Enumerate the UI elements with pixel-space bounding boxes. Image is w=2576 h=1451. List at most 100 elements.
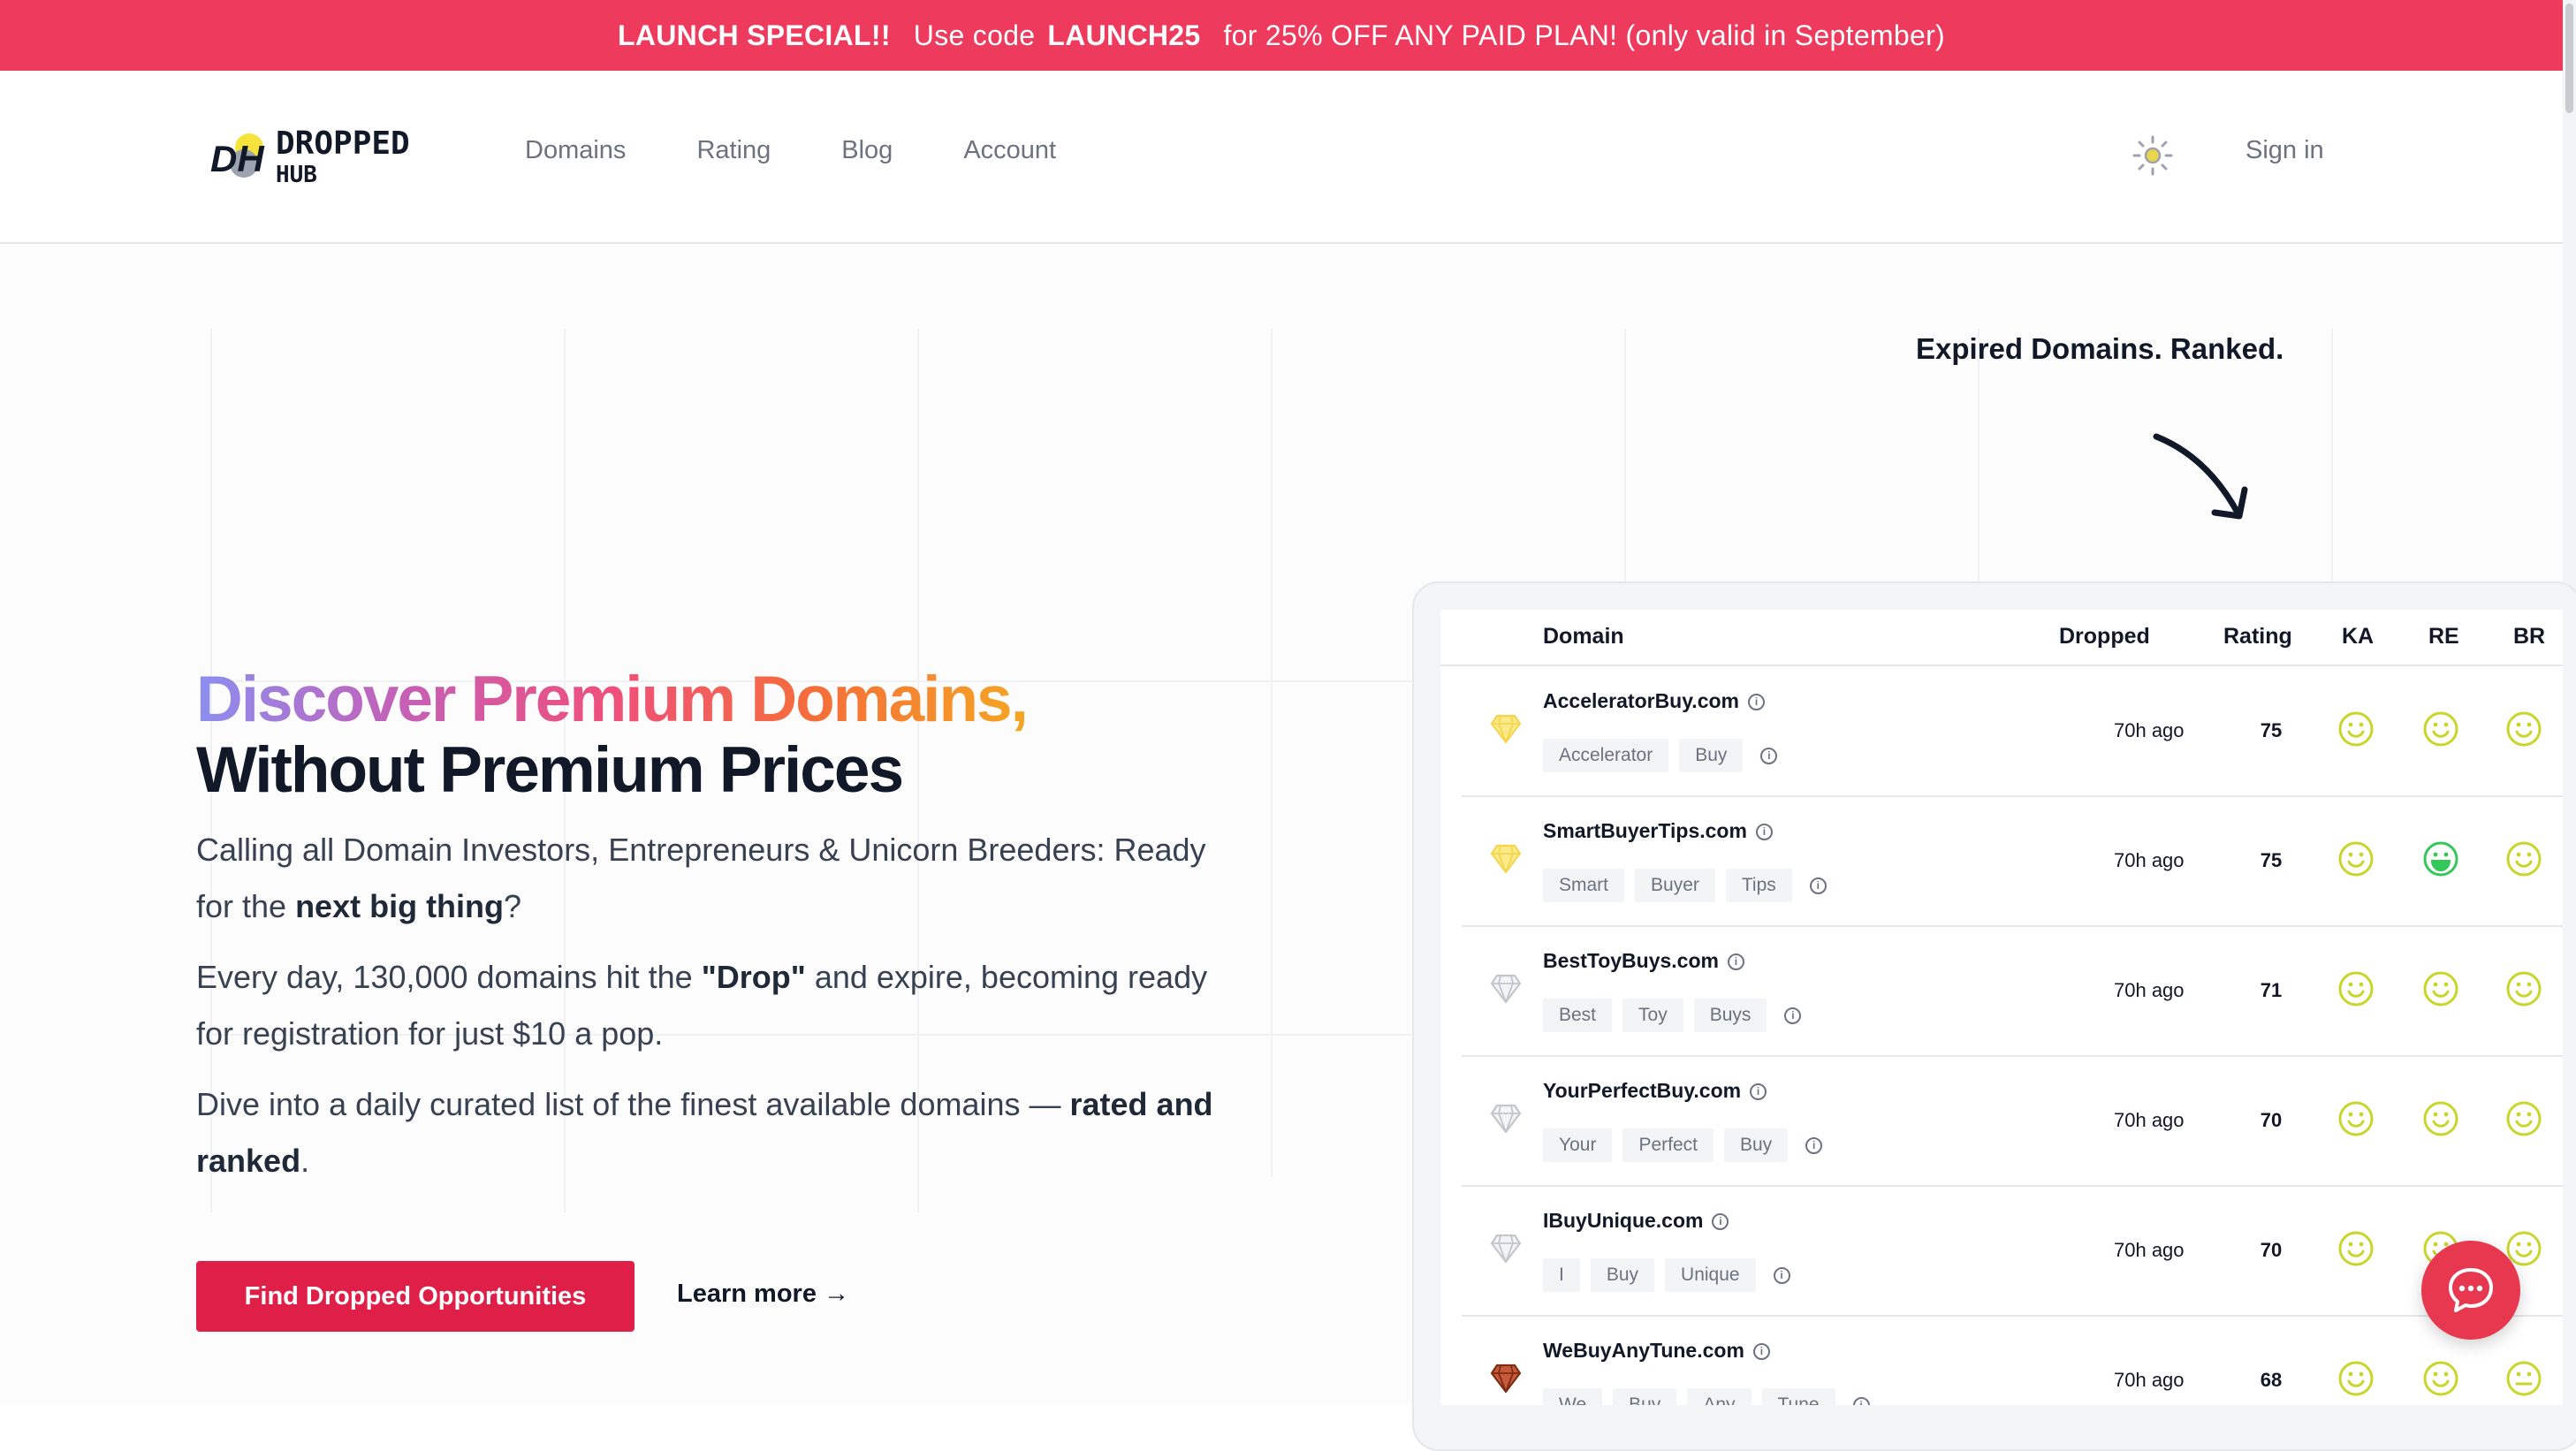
dropped-time: 70h ago — [2114, 849, 2185, 871]
keyword-tag: I — [1543, 1258, 1580, 1292]
curved-arrow-icon — [2153, 433, 2248, 520]
diamond-icon — [1490, 714, 1522, 744]
info-icon[interactable]: i — [1727, 953, 1744, 971]
info-icon[interactable]: i — [1784, 1007, 1802, 1024]
grid-line — [1271, 329, 1273, 1177]
nav-domains[interactable]: Domains — [525, 136, 626, 165]
logo-link[interactable]: DH DROPPED HUB — [209, 124, 456, 194]
info-icon[interactable]: i — [1809, 877, 1827, 894]
info-icon[interactable]: i — [1760, 747, 1778, 764]
keyword-tags: Best Toy Buys i — [1543, 999, 1802, 1032]
banner-use-code: Use code — [913, 19, 1036, 51]
nav-account[interactable]: Account — [963, 136, 1056, 165]
logo-word-dropped: DROPPED — [276, 125, 410, 162]
navbar: DH DROPPED HUB Domains Rating Blog Accou… — [0, 71, 2563, 244]
hero-title-line2: Without Premium Prices — [196, 734, 904, 806]
table-row[interactable]: SmartBuyerTips.com i Smart Buyer Tips i 70h ag… — [1462, 796, 2563, 927]
keyword-tag: Buys — [1693, 999, 1767, 1032]
table-row[interactable]: BestToyBuys.com i Best Toy Buys i 70h ago 71 — [1462, 926, 2563, 1057]
chat-bubble-icon — [2449, 1268, 2493, 1312]
chat-button[interactable] — [2421, 1241, 2520, 1340]
hero-paragraph-3: Dive into a daily curated list of the fi… — [196, 1086, 1213, 1179]
hero-paragraph-2: Every day, 130,000 domains hit the "Drop… — [196, 959, 1208, 1052]
table-row[interactable]: AcceleratorBuy.com i Accelerator Buy i 70h ag… — [1462, 666, 2563, 797]
keyword-tag: Perfect — [1622, 1128, 1714, 1162]
table-row[interactable]: YourPerfectBuy.com i Your Perfect Buy i 70h ag… — [1462, 1056, 2563, 1187]
rating-value: 68 — [2260, 1369, 2283, 1391]
info-icon[interactable]: i — [1752, 1343, 1770, 1361]
dropped-time: 70h ago — [2114, 1369, 2185, 1391]
hero-paragraph-1: Calling all Domain Investors, Entreprene… — [196, 832, 1206, 924]
col-rating[interactable]: Rating — [2223, 624, 2292, 650]
keyword-tag: Best — [1543, 999, 1613, 1032]
keyword-tag: Accelerator — [1543, 739, 1669, 772]
keyword-tag: Buyer — [1635, 869, 1715, 902]
keyword-tag: Toy — [1622, 999, 1683, 1032]
col-domain[interactable]: Domain — [1543, 624, 1624, 650]
table-header: Domain Dropped Rating KA RE BR — [1440, 610, 2563, 666]
rating-value: 70 — [2260, 1109, 2283, 1131]
rating-value: 75 — [2260, 849, 2283, 871]
smile-face-icon-br — [2505, 710, 2542, 748]
col-ka[interactable]: KA — [2342, 624, 2374, 650]
keyword-tag: Buy — [1590, 1258, 1655, 1292]
info-icon[interactable]: i — [1748, 694, 1765, 711]
sun-icon[interactable] — [2131, 134, 2174, 177]
keyword-tag: Tune — [1761, 1388, 1835, 1405]
info-icon[interactable]: i — [1805, 1136, 1823, 1154]
nav-rating[interactable]: Rating — [696, 136, 771, 165]
col-re[interactable]: RE — [2428, 624, 2459, 650]
domain-name[interactable]: IBuyUnique.com i — [1543, 1209, 1729, 1233]
smile-face-icon-re — [2422, 710, 2459, 748]
keyword-tag: We — [1543, 1388, 1603, 1405]
smile-face-icon-re — [2422, 970, 2459, 1007]
main-nav: Domains Rating Blog Account — [525, 136, 1127, 165]
learn-more-link[interactable]: Learn more → — [677, 1280, 849, 1309]
logo-initials: DH — [210, 138, 265, 179]
find-opportunities-button[interactable]: Find Dropped Opportunities — [196, 1261, 635, 1332]
domain-name[interactable]: SmartBuyerTips.com i — [1543, 819, 1773, 843]
diamond-icon — [1490, 844, 1522, 874]
dropped-time: 70h ago — [2114, 979, 2185, 1001]
logo-word-hub: HUB — [276, 162, 317, 188]
table-row[interactable]: IBuyUnique.com i I Buy Unique i 70h ago 70 — [1462, 1186, 2563, 1317]
nav-blog[interactable]: Blog — [841, 136, 893, 165]
domain-name[interactable]: WeBuyAnyTune.com i — [1543, 1339, 1770, 1363]
keyword-tags: We Buy Any Tune i — [1543, 1388, 1870, 1405]
hero-title: Discover Premium Domains, Without Premiu… — [196, 665, 1257, 806]
info-icon[interactable]: i — [1750, 1083, 1767, 1101]
info-icon[interactable]: i — [1852, 1396, 1870, 1405]
table-row[interactable]: WeBuyAnyTune.com i We Buy Any Tune i 70h ago 68 — [1462, 1316, 2563, 1405]
logo-mark-icon: DH DROPPED HUB — [210, 125, 410, 188]
diamond-icon — [1490, 974, 1522, 1004]
keyword-tag: Buy — [1723, 1128, 1789, 1162]
sign-in-link[interactable]: Sign in — [2245, 136, 2324, 165]
smile-face-icon-ka — [2337, 710, 2375, 748]
smile-face-icon-ka — [2337, 1230, 2375, 1267]
promo-banner: LAUNCH SPECIAL!! Use code LAUNCH25 for 2… — [0, 0, 2563, 71]
domain-name[interactable]: BestToyBuys.com i — [1543, 949, 1744, 973]
keyword-tags: Your Perfect Buy i — [1543, 1128, 1823, 1162]
domain-name[interactable]: AcceleratorBuy.com i — [1543, 689, 1765, 713]
col-dropped[interactable]: Dropped — [2059, 624, 2150, 650]
col-br[interactable]: BR — [2513, 624, 2545, 650]
tagline: Expired Domains. Ranked. — [1916, 332, 2284, 365]
keyword-tags: Accelerator Buy i — [1543, 739, 1778, 772]
info-icon[interactable]: i — [1712, 1213, 1729, 1231]
domain-name[interactable]: YourPerfectBuy.com i — [1543, 1079, 1767, 1103]
dropped-time: 70h ago — [2114, 719, 2185, 741]
info-icon[interactable]: i — [1755, 824, 1773, 841]
rating-value: 70 — [2260, 1239, 2283, 1261]
diamond-icon — [1490, 1234, 1522, 1264]
neutral-face-icon-br — [2505, 1360, 2542, 1397]
smile-face-icon-re — [2422, 1100, 2459, 1137]
banner-offer: for 25% OFF ANY PAID PLAN! (only valid i… — [1223, 19, 1945, 51]
smile-face-icon-br — [2505, 840, 2542, 877]
smile-face-icon-ka — [2337, 1360, 2375, 1397]
info-icon[interactable]: i — [1773, 1266, 1790, 1284]
scrollbar-thumb[interactable] — [2565, 4, 2573, 113]
keyword-tag: Tips — [1725, 869, 1792, 902]
grid-line — [2331, 329, 2333, 612]
dropped-time: 70h ago — [2114, 1109, 2185, 1131]
domain-table: Domain Dropped Rating KA RE BR Accelerat… — [1440, 610, 2563, 1405]
